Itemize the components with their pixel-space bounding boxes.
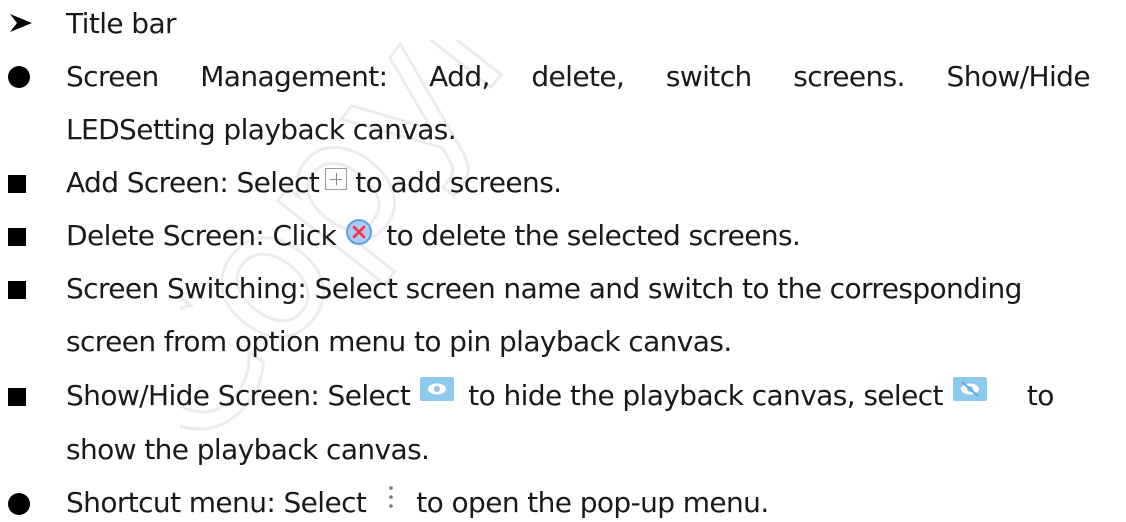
square-bullet-icon (8, 228, 26, 246)
screen-switching-line2: screen from option menu to pin playback … (66, 322, 732, 362)
dot-bullet-icon (8, 66, 30, 88)
show-hide-line2: show the playback canvas. (66, 430, 430, 470)
word: Management: (200, 60, 388, 93)
word: delete, (531, 60, 625, 93)
screen-management-line1: Screen Management: Add, delete, switch s… (66, 57, 1091, 97)
square-bullet-icon (8, 175, 26, 193)
add-screen-desc: to add screens. (355, 166, 562, 199)
arrow-bullet-icon (10, 14, 32, 32)
screen-switching-desc: Screen Switching: Select screen name and… (66, 272, 1022, 305)
word: Screen (66, 60, 159, 93)
screen-management-desc: LEDSetting playback canvas. (66, 113, 457, 146)
close-icon (346, 219, 373, 245)
screen-switching-desc-cont: screen from option menu to pin playback … (66, 325, 732, 358)
shortcut-menu-desc: to open the pop-up menu. (416, 486, 769, 519)
delete-screen-desc: to delete the selected screens. (386, 219, 801, 252)
show-hide-desc: to hide the playback canvas, select (468, 379, 943, 412)
square-bullet-icon (8, 281, 26, 299)
shortcut-menu-label: Shortcut menu: Select (66, 486, 367, 519)
show-hide-desc-end: to (1026, 379, 1055, 412)
show-hide-line1: Show/Hide Screen: Select to hide the pla… (66, 376, 1054, 416)
heading-title-bar: Title bar (66, 4, 177, 44)
eye-icon (420, 377, 455, 401)
add-screen-line: Add Screen: Select to add screens. (66, 163, 562, 203)
show-hide-label: Show/Hide Screen: Select (66, 379, 411, 412)
word: Add, (429, 60, 490, 93)
title-bar-text: Title bar (66, 7, 177, 40)
screen-management-line2: LEDSetting playback canvas. (66, 110, 457, 150)
add-screen-label: Add Screen: Select (66, 166, 320, 199)
plus-icon (325, 168, 348, 190)
eye-slash-icon (952, 377, 987, 401)
shortcut-menu-line: Shortcut menu: Select to open the pop-up… (66, 483, 769, 522)
show-hide-desc-cont: show the playback canvas. (66, 433, 430, 466)
screen-switching-line1: Screen Switching: Select screen name and… (66, 269, 1022, 309)
word: switch (665, 60, 752, 93)
word: Show/Hide (946, 60, 1091, 93)
delete-screen-label: Delete Screen: Click (66, 219, 337, 252)
dot-bullet-icon (8, 493, 30, 515)
square-bullet-icon (8, 388, 26, 406)
kebab-icon (389, 486, 394, 508)
document-body: Title bar Screen Management: Add, delete… (0, 0, 1126, 522)
word: screens. (793, 60, 905, 93)
delete-screen-line: Delete Screen: Click to delete the selec… (66, 216, 801, 256)
